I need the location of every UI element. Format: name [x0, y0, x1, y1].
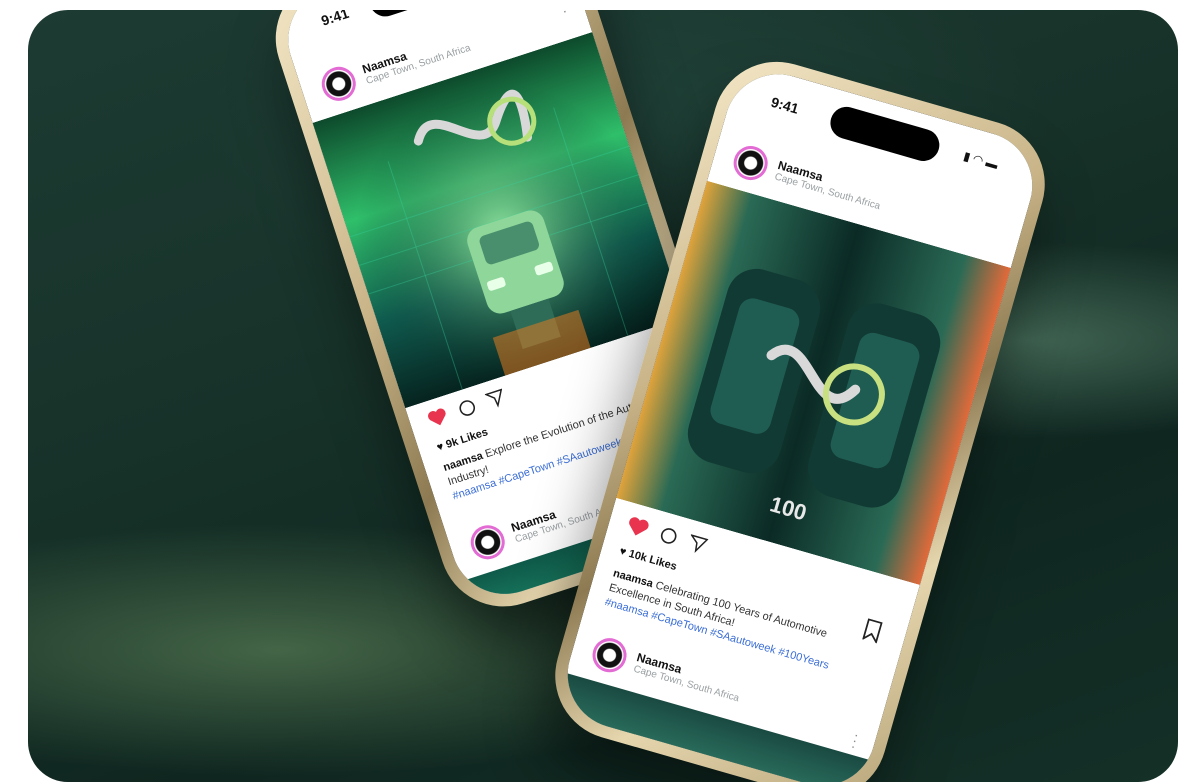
dynamic-island	[826, 103, 944, 165]
mockup-background: 9:41 ▮◠▬ Naamsa Cape Town, South Africa …	[28, 10, 1178, 782]
share-icon[interactable]	[686, 533, 709, 555]
status-time: 9:41	[769, 93, 801, 117]
more-icon[interactable]: ···	[558, 10, 569, 19]
status-icons: ▮◠▬	[962, 149, 1002, 173]
avatar[interactable]	[588, 634, 631, 677]
heart-icon[interactable]	[625, 514, 652, 539]
avatar[interactable]	[729, 142, 772, 185]
comment-icon[interactable]	[658, 525, 680, 547]
heart-icon[interactable]	[425, 406, 450, 429]
bookmark-icon[interactable]	[861, 618, 884, 644]
share-icon[interactable]	[484, 387, 507, 410]
comment-icon[interactable]	[456, 397, 479, 420]
car-photo-image: 100	[616, 180, 1011, 586]
avatar[interactable]	[317, 62, 361, 106]
avatar[interactable]	[466, 520, 510, 564]
more-icon[interactable]: ···	[849, 726, 861, 754]
battery-icon: ▬	[984, 155, 1003, 173]
post-photo[interactable]: 100	[616, 180, 1011, 586]
status-time: 9:41	[319, 10, 351, 29]
dynamic-island	[365, 10, 482, 21]
